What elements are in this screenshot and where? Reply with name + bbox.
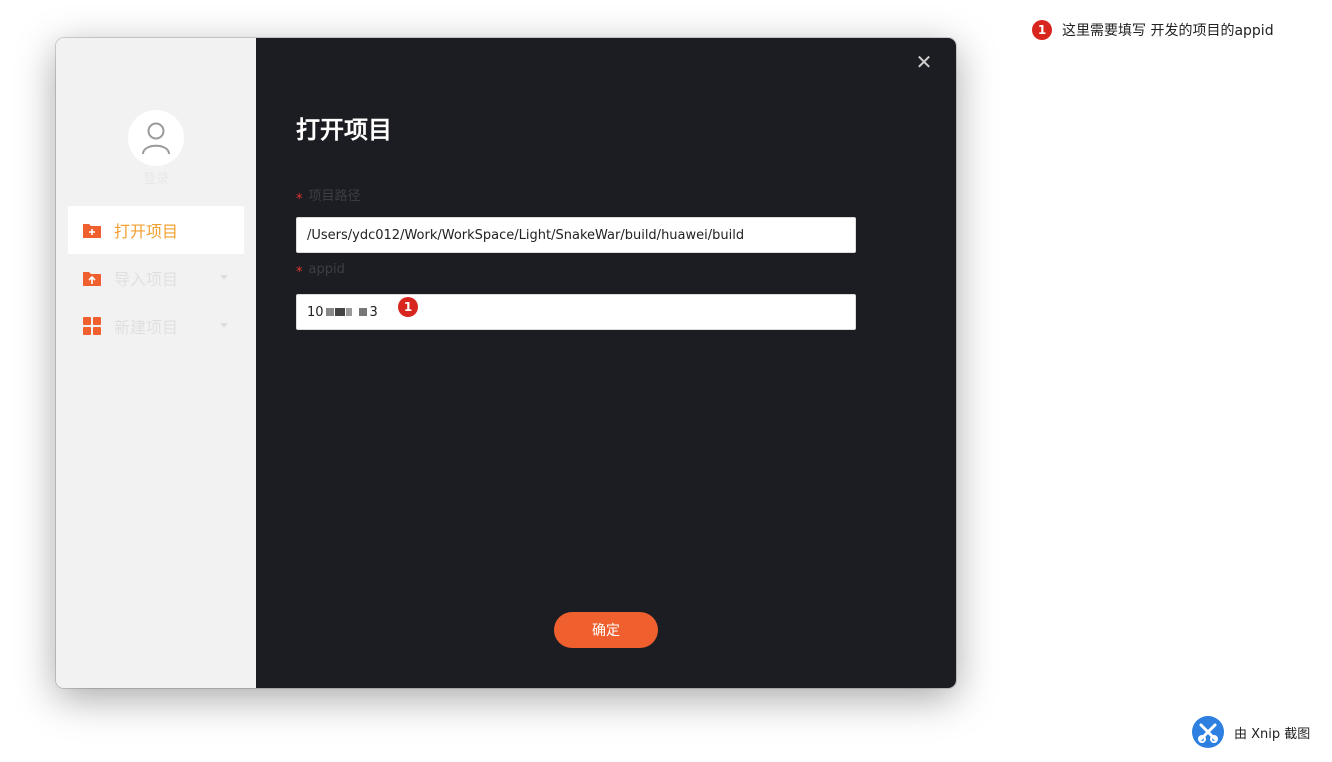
chevron-down-icon[interactable]	[220, 323, 228, 328]
appid-field-label: * appid	[296, 262, 345, 280]
folder-upload-icon	[82, 268, 102, 288]
open-project-window: 登录 打开项目 导入项目 新建项目 ✕ 打开项目 * 项目路径 /Users/y…	[56, 38, 956, 688]
annotation-text: 这里需要填写 开发的项目的appid	[1062, 23, 1274, 39]
sidebar-item-import-project[interactable]: 导入项目	[68, 254, 244, 302]
dialog-main: ✕ 打开项目 * 项目路径 /Users/ydc012/Work/WorkSpac…	[256, 38, 956, 688]
sidebar-item-label: 打开项目	[114, 222, 179, 241]
confirm-button[interactable]: 确定	[554, 612, 658, 648]
appid-label-text: appid	[308, 262, 345, 277]
appid-value-suffix: 3	[369, 304, 378, 320]
project-path-input[interactable]: /Users/ydc012/Work/WorkSpace/Light/Snake…	[296, 217, 856, 253]
avatar[interactable]	[128, 110, 184, 166]
required-mark: *	[296, 265, 303, 280]
sidebar-item-label: 导入项目	[114, 270, 179, 289]
annotation-badge: 1	[398, 297, 418, 317]
path-field-label: * 项目路径	[296, 185, 361, 207]
watermark-text: 由 Xnip 截图	[1234, 726, 1311, 742]
sidebar-item-new-project[interactable]: 新建项目	[68, 302, 244, 350]
user-icon	[142, 122, 170, 155]
project-path-value: /Users/ydc012/Work/WorkSpace/Light/Snake…	[307, 227, 745, 243]
grid-icon	[82, 316, 102, 336]
annotation-badge: 1	[1032, 20, 1052, 40]
xnip-watermark: 由 Xnip 截图	[1192, 716, 1310, 748]
close-icon[interactable]: ✕	[914, 52, 934, 72]
login-label[interactable]: 登录	[56, 168, 256, 187]
chevron-down-icon[interactable]	[220, 275, 228, 280]
path-label-text: 项目路径	[308, 189, 361, 204]
required-mark: *	[296, 192, 303, 207]
annotation-note: 1 这里需要填写 开发的项目的appid	[1032, 20, 1274, 40]
sidebar-item-label: 新建项目	[114, 318, 179, 337]
appid-input[interactable]: 10 3	[296, 294, 856, 330]
sidebar: 登录 打开项目 导入项目 新建项目	[56, 38, 256, 688]
sidebar-item-open-project[interactable]: 打开项目	[68, 206, 244, 254]
dialog-title: 打开项目	[296, 116, 392, 144]
xnip-logo-icon	[1192, 716, 1224, 748]
folder-plus-icon	[82, 220, 102, 240]
appid-value-prefix: 10	[307, 304, 324, 320]
redacted-mask	[325, 308, 368, 316]
